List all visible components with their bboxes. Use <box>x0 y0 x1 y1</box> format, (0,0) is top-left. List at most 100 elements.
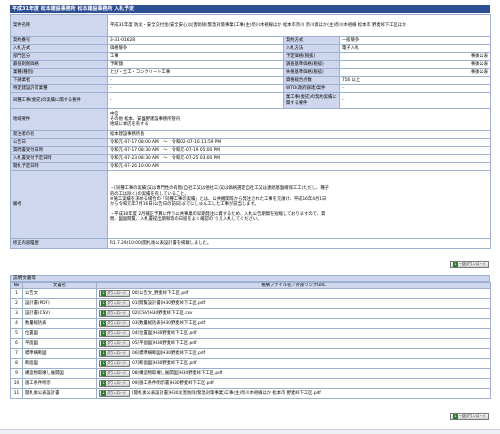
document-row: 3 設計書(CSV) ↓ ダウンロード 02[CSV]H30野麦峠下工区.csv <box>10 308 491 320</box>
label-open-date: 開札予定日時 <box>10 162 108 171</box>
download-button-label: ダウンロード <box>107 321 127 326</box>
label-similar-work: 同種工事(委託)の実績に関する要件 <box>10 92 108 109</box>
label-publisher: 発注者の名 <box>10 130 108 139</box>
document-file-cell: ↓ ダウンロード 06[標準横断図]H30野麦峠下工区.pdf <box>96 348 491 360</box>
project-name: 平成31年度 防災・安全交付金(安全安心)災害防除(緊急対策事業)工事(主)奈川… <box>107 14 491 37</box>
label-survey-price: 調査基準価格(税抜) <box>283 60 340 69</box>
document-no: 5 <box>10 328 23 340</box>
download-arrow-icon: ↓ <box>101 391 106 397</box>
document-title: 施工条件明示 <box>22 378 97 390</box>
label-remarks: 備考 <box>10 170 108 239</box>
document-no: 4 <box>10 318 23 330</box>
label-modified-history: 修正内容履歴 <box>10 238 108 249</box>
estimated-price-note: 事後公表 <box>339 52 491 61</box>
label-announce-date: 公告日 <box>10 138 108 147</box>
label-bid-method: 入札方法 <box>283 44 340 53</box>
label-contract-no: 契約番号 <box>10 36 108 45</box>
download-button[interactable]: ↓ ダウンロード <box>99 350 130 358</box>
document-file-link[interactable]: 09[施工条件明示書]H30野麦峠下工区.pdf <box>132 381 214 386</box>
label-estimated-price: 予定価格(税抜) <box>283 52 340 61</box>
label-project-name: 案件名称 <box>10 14 108 37</box>
document-file-cell: ↓ ダウンロード 07[断面図]H30野麦峠下工区.pdf <box>96 358 491 370</box>
download-arrow-icon: ↓ <box>101 321 106 327</box>
download-button[interactable]: ↓ ダウンロード <box>99 290 130 298</box>
download-button[interactable]: ↓ ダウンロード <box>99 370 130 378</box>
download-button-label: ダウンロード <box>107 351 127 356</box>
download-arrow-icon: ↓ <box>101 341 106 347</box>
label-industry: 業種(種別) <box>10 68 108 77</box>
download-button[interactable]: ↓ ダウンロード <box>99 380 130 388</box>
download-button[interactable]: ↓ ダウンロード <box>99 360 130 368</box>
open-date: 令和元-07-26 10:00 AM <box>107 162 491 171</box>
bulk-download-button-bottom[interactable]: ↓ 一括ダウンロード <box>449 413 489 420</box>
download-button[interactable]: ↓ ダウンロード <box>99 330 130 338</box>
document-file-link[interactable]: 03[数量総括表]H30野麦峠下工区.pdf <box>132 321 205 326</box>
document-file-cell: ↓ ダウンロード 08[構造物取壊し展開図]H30野麦峠下工区.pdf <box>96 368 491 380</box>
document-no: 8 <box>10 358 23 370</box>
label-qualification: 資格総合点数 <box>283 76 340 85</box>
label-bid-type: 入札方式 <box>10 44 108 53</box>
download-button[interactable]: ↓ ダウンロード <box>99 390 130 398</box>
document-no: 3 <box>10 308 23 320</box>
document-row: 2 設計書(PDF) ↓ ダウンロード 01[閲覧設計書]H30野麦峠下工区.pdf <box>10 298 491 310</box>
download-arrow-icon: ↓ <box>101 351 106 357</box>
label-subcontractor: 下請業者 <box>10 76 108 85</box>
document-file-cell: ↓ ダウンロード 04[位置図]H30野麦峠下工区.pdf <box>96 328 491 340</box>
download-button-label: ダウンロード <box>107 311 127 316</box>
qualification: 756 以上 <box>339 76 491 85</box>
horizontal-scrollbar[interactable] <box>0 429 500 434</box>
download-button[interactable]: ↓ ダウンロード <box>99 300 130 308</box>
contract-no: 3-31-01628 <box>107 36 284 45</box>
bid-receive-period: 令和元-07-23 08:30 AM 〜 令和元-07-25 03:00 PM <box>107 154 491 163</box>
document-row: 1 公告文 ↓ ダウンロード 00[公告文_野麦峠下工区.pdf <box>10 288 491 300</box>
document-file-link[interactable]: 04[位置図]H30野麦峠下工区.pdf <box>132 331 197 336</box>
subcontractor: - <box>107 76 284 85</box>
label-category: 部門区分 <box>10 52 108 61</box>
lowlimit-price-note: 事後公表 <box>339 68 491 77</box>
download-arrow-icon: ↓ <box>452 414 458 419</box>
remarks: ・[同種工事の実績]又は専門性の有無(自社工又は他社工)又は価格選定自社工又は連… <box>107 170 491 239</box>
document-title: 数量総括表 <box>22 318 97 330</box>
document-row: 8 断面図 ↓ ダウンロード 07[断面図]H30野麦峠下工区.pdf <box>10 358 491 370</box>
document-title: 開札後公表設計書 <box>22 388 97 400</box>
label-lowlimit-price: 失格基準価格(税抜) <box>283 68 340 77</box>
document-file-link[interactable]: 02[CSV]H30野麦峠下工区.csv <box>132 311 192 316</box>
document-row: 6 平面図 ↓ ダウンロード 05[平面図]H30野麦峠下工区.pdf <box>10 338 491 350</box>
label-question-period: 質問書受付日時 <box>10 146 108 155</box>
project-detail-table: 案件名称 平成31年度 防災・安全交付金(安全安心)災害防除(緊急対策事業)工事… <box>10 14 491 249</box>
contract-method: 一般競争 <box>339 36 491 45</box>
document-title: 平面図 <box>22 338 97 350</box>
announce-date: 令和元-07-17 08:00 AM 〜 令和02-07-16 11:59 PM <box>107 138 491 147</box>
document-row: 11 開札後公表設計書 ↓ ダウンロード [開札後公表設計書]H30災害防除(緊急対策事… <box>10 388 491 400</box>
document-title: 構造物取壊し展開図 <box>22 368 97 380</box>
document-row: 4 数量総括表 ↓ ダウンロード 03[数量総括表]H30野麦峠下工区.pdf <box>10 318 491 330</box>
document-file-link[interactable]: 00[公告文_野麦峠下工区.pdf <box>132 291 188 296</box>
publisher: 松本建設事務所長 <box>107 130 491 139</box>
wto: - <box>339 84 491 93</box>
docs-section-title: 説明文書等 <box>10 275 490 282</box>
document-file-link[interactable]: 06[標準横断図]H30野麦峠下工区.pdf <box>132 351 205 356</box>
document-file-link[interactable]: [開札後公表設計書]H30災害防除(緊急対策事業)工事(主)奈川木祖線ほか 松本… <box>132 391 321 396</box>
contract-record: - <box>339 92 491 109</box>
question-period: 令和元-07-17 08:30 AM 〜 令和元-07-19 05:00 PM <box>107 146 491 155</box>
document-file-link[interactable]: 05[平面図]H30野麦峠下工区.pdf <box>132 341 197 346</box>
download-button-label: ダウンロード <box>107 301 127 306</box>
download-button-label: ダウンロード <box>107 381 127 386</box>
label-wto: WTO(政府調達)案件 <box>283 84 340 93</box>
download-button[interactable]: ↓ ダウンロード <box>99 310 130 318</box>
label-bid-receive-period: 入札書受付予定日時 <box>10 154 108 163</box>
bulk-download-button-top[interactable]: ↓ 一括ダウンロード <box>449 261 489 268</box>
document-file-link[interactable]: 07[断面図]H30野麦峠下工区.pdf <box>132 361 197 366</box>
region: 中信 その他 松本、安曇野建設事務所管内 地域に本店を有する <box>107 108 491 131</box>
industry: とび・土工・コンクリート工事 <box>107 68 284 77</box>
document-file-link[interactable]: 01[閲覧設計書]H30野麦峠下工区.pdf <box>132 301 205 306</box>
documents-table: No 文書名 格納ファイル名／外部リンクURL 1 公告文 ↓ ダウンロード 00[公告… <box>10 281 491 400</box>
document-file-link[interactable]: 08[構造物取壊し展開図]H30野麦峠下工区.pdf <box>132 371 222 376</box>
document-file-cell: ↓ ダウンロード 02[CSV]H30野麦峠下工区.csv <box>96 308 491 320</box>
download-arrow-icon: ↓ <box>101 371 106 377</box>
document-no: 7 <box>10 348 23 360</box>
download-button-label: ダウンロード <box>107 391 127 396</box>
download-button[interactable]: ↓ ダウンロード <box>99 340 130 348</box>
document-file-cell: ↓ ダウンロード 00[公告文_野麦峠下工区.pdf <box>96 288 491 300</box>
download-button[interactable]: ↓ ダウンロード <box>99 320 130 328</box>
